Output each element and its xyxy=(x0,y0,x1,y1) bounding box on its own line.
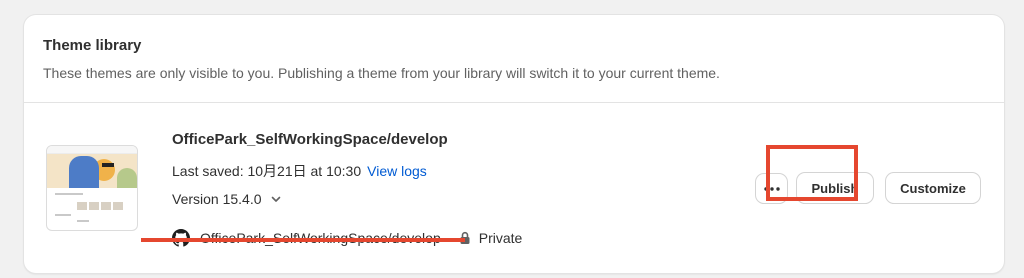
card-title: Theme library xyxy=(43,37,142,54)
publish-highlight-annotation xyxy=(766,145,858,201)
theme-thumbnail[interactable] xyxy=(46,145,138,231)
thumbnail-hero-image xyxy=(47,154,137,188)
visibility-label: Private xyxy=(478,230,523,246)
repo-underline-annotation xyxy=(141,238,465,242)
version-selector[interactable]: Version 15.4.0 xyxy=(172,191,282,207)
card-header: Theme library These themes are only visi… xyxy=(24,15,1004,103)
view-logs-link[interactable]: View logs xyxy=(367,163,427,179)
customize-button[interactable]: Customize xyxy=(886,173,980,203)
theme-name: OfficePark_SelfWorkingSpace/develop xyxy=(172,131,448,148)
card-description: These themes are only visible to you. Pu… xyxy=(43,65,720,81)
version-label: Version 15.4.0 xyxy=(172,191,262,207)
last-saved: Last saved: 10月21日 at 10:30 View logs xyxy=(172,161,427,181)
chevron-down-icon xyxy=(271,196,280,202)
last-saved-text: Last saved: 10月21日 at 10:30 xyxy=(172,163,362,179)
thumbnail-header-bar xyxy=(47,146,137,154)
theme-library-card: Theme library These themes are only visi… xyxy=(24,15,1004,273)
